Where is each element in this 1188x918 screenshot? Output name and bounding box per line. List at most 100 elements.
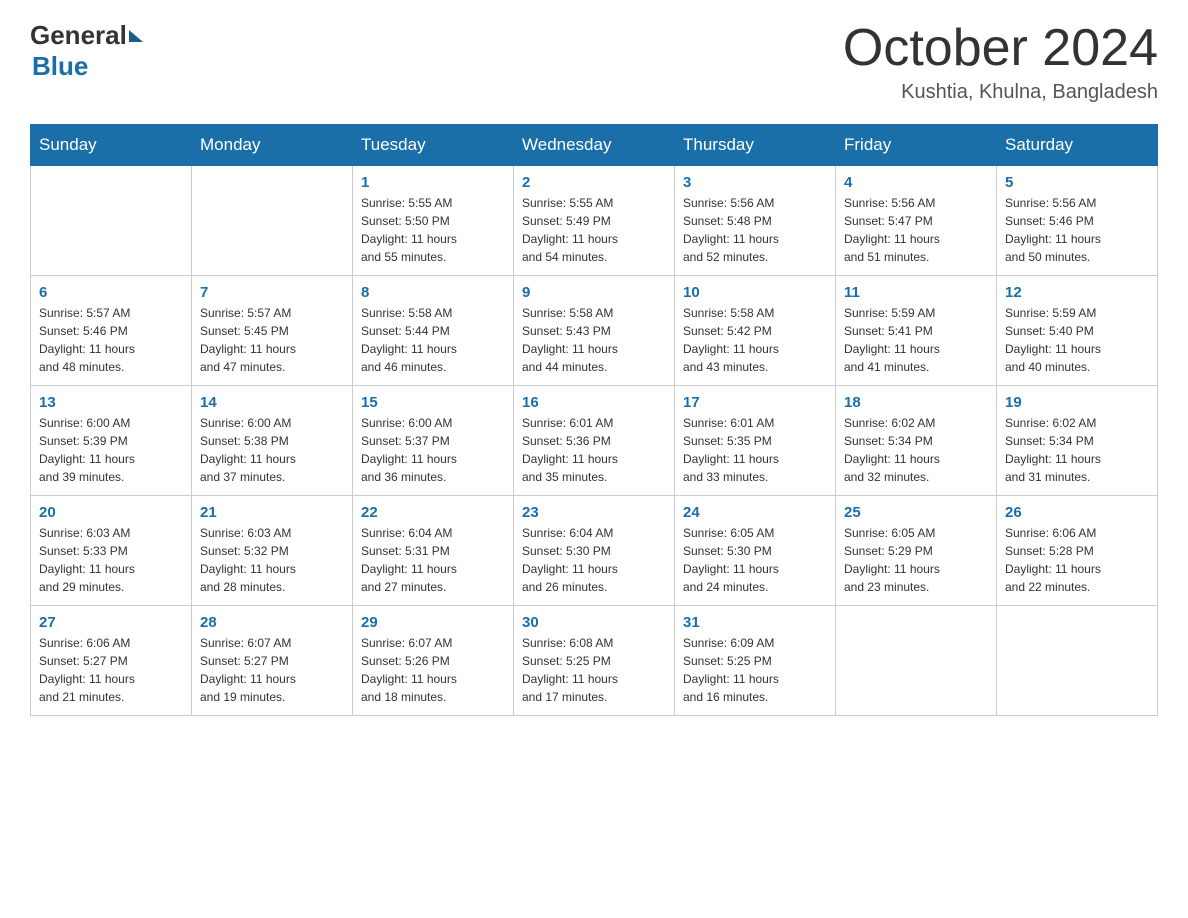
calendar-cell: 20Sunrise: 6:03 AM Sunset: 5:33 PM Dayli… [31, 496, 192, 606]
day-number: 20 [39, 504, 183, 521]
day-info: Sunrise: 5:58 AM Sunset: 5:44 PM Dayligh… [361, 304, 505, 376]
calendar-cell: 5 Sunrise: 5:56 AM Sunset: 5:46 PM Daylig… [997, 166, 1158, 276]
calendar-week-row: 27Sunrise: 6:06 AM Sunset: 5:27 PM Dayli… [31, 606, 1158, 716]
page-header: General Blue October 2024 Kushtia, Khuln… [30, 20, 1158, 104]
calendar-cell: 6 Sunrise: 5:57 AM Sunset: 5:46 PM Daylig… [31, 276, 192, 386]
weekday-header-row: SundayMondayTuesdayWednesdayThursdayFrid… [31, 125, 1158, 166]
calendar-cell: 3 Sunrise: 5:56 AM Sunset: 5:48 PM Daylig… [675, 166, 836, 276]
calendar-table: SundayMondayTuesdayWednesdayThursdayFrid… [30, 124, 1158, 716]
day-number: 14 [200, 394, 344, 411]
weekday-header-thursday: Thursday [675, 125, 836, 166]
calendar-week-row: 6 Sunrise: 5:57 AM Sunset: 5:46 PM Daylig… [31, 276, 1158, 386]
day-number: 6 [39, 284, 183, 301]
day-number: 30 [522, 614, 666, 631]
day-number: 21 [200, 504, 344, 521]
day-number: 15 [361, 394, 505, 411]
calendar-cell: 1 Sunrise: 5:55 AM Sunset: 5:50 PM Daylig… [353, 166, 514, 276]
day-number: 12 [1005, 284, 1149, 301]
weekday-header-sunday: Sunday [31, 125, 192, 166]
day-number: 26 [1005, 504, 1149, 521]
day-info: Sunrise: 6:07 AM Sunset: 5:27 PM Dayligh… [200, 634, 344, 706]
calendar-cell: 21 Sunrise: 6:03 AM Sunset: 5:32 PM Dayli… [192, 496, 353, 606]
logo-blue-text: Blue [32, 51, 143, 82]
calendar-cell: 13 Sunrise: 6:00 AM Sunset: 5:39 PM Dayli… [31, 386, 192, 496]
weekday-header-saturday: Saturday [997, 125, 1158, 166]
day-info: Sunrise: 6:05 AM Sunset: 5:29 PM Dayligh… [844, 524, 988, 596]
calendar-cell: 31Sunrise: 6:09 AM Sunset: 5:25 PM Dayli… [675, 606, 836, 716]
day-info: Sunrise: 6:09 AM Sunset: 5:25 PM Dayligh… [683, 634, 827, 706]
day-number: 29 [361, 614, 505, 631]
day-info: Sunrise: 6:00 AM Sunset: 5:37 PM Dayligh… [361, 414, 505, 486]
day-info: Sunrise: 6:01 AM Sunset: 5:36 PM Dayligh… [522, 414, 666, 486]
logo-arrow-icon [129, 30, 143, 42]
calendar-cell: 7 Sunrise: 5:57 AM Sunset: 5:45 PM Daylig… [192, 276, 353, 386]
day-number: 13 [39, 394, 183, 411]
day-info: Sunrise: 6:04 AM Sunset: 5:30 PM Dayligh… [522, 524, 666, 596]
day-info: Sunrise: 5:58 AM Sunset: 5:42 PM Dayligh… [683, 304, 827, 376]
calendar-cell: 9 Sunrise: 5:58 AM Sunset: 5:43 PM Daylig… [514, 276, 675, 386]
calendar-cell: 19Sunrise: 6:02 AM Sunset: 5:34 PM Dayli… [997, 386, 1158, 496]
calendar-cell [192, 166, 353, 276]
calendar-cell: 22 Sunrise: 6:04 AM Sunset: 5:31 PM Dayli… [353, 496, 514, 606]
logo-general-text: General [30, 20, 127, 51]
day-info: Sunrise: 5:59 AM Sunset: 5:40 PM Dayligh… [1005, 304, 1149, 376]
calendar-cell: 8 Sunrise: 5:58 AM Sunset: 5:44 PM Daylig… [353, 276, 514, 386]
weekday-header-wednesday: Wednesday [514, 125, 675, 166]
calendar-cell: 25 Sunrise: 6:05 AM Sunset: 5:29 PM Dayli… [836, 496, 997, 606]
day-info: Sunrise: 6:07 AM Sunset: 5:26 PM Dayligh… [361, 634, 505, 706]
day-number: 1 [361, 174, 505, 191]
calendar-cell [836, 606, 997, 716]
weekday-header-tuesday: Tuesday [353, 125, 514, 166]
day-info: Sunrise: 6:03 AM Sunset: 5:32 PM Dayligh… [200, 524, 344, 596]
day-info: Sunrise: 5:57 AM Sunset: 5:45 PM Dayligh… [200, 304, 344, 376]
day-number: 25 [844, 504, 988, 521]
day-info: Sunrise: 5:57 AM Sunset: 5:46 PM Dayligh… [39, 304, 183, 376]
day-info: Sunrise: 6:04 AM Sunset: 5:31 PM Dayligh… [361, 524, 505, 596]
calendar-week-row: 20Sunrise: 6:03 AM Sunset: 5:33 PM Dayli… [31, 496, 1158, 606]
day-number: 16 [522, 394, 666, 411]
calendar-cell [997, 606, 1158, 716]
calendar-cell: 18Sunrise: 6:02 AM Sunset: 5:34 PM Dayli… [836, 386, 997, 496]
logo: General Blue [30, 20, 143, 82]
day-info: Sunrise: 5:56 AM Sunset: 5:46 PM Dayligh… [1005, 194, 1149, 266]
day-number: 19 [1005, 394, 1149, 411]
day-info: Sunrise: 6:06 AM Sunset: 5:28 PM Dayligh… [1005, 524, 1149, 596]
day-info: Sunrise: 5:55 AM Sunset: 5:49 PM Dayligh… [522, 194, 666, 266]
weekday-header-monday: Monday [192, 125, 353, 166]
day-number: 5 [1005, 174, 1149, 191]
calendar-cell: 26 Sunrise: 6:06 AM Sunset: 5:28 PM Dayli… [997, 496, 1158, 606]
title-section: October 2024 Kushtia, Khulna, Bangladesh [843, 20, 1158, 104]
calendar-cell: 2Sunrise: 5:55 AM Sunset: 5:49 PM Daylig… [514, 166, 675, 276]
day-info: Sunrise: 5:56 AM Sunset: 5:48 PM Dayligh… [683, 194, 827, 266]
calendar-cell: 14Sunrise: 6:00 AM Sunset: 5:38 PM Dayli… [192, 386, 353, 496]
day-info: Sunrise: 6:00 AM Sunset: 5:39 PM Dayligh… [39, 414, 183, 486]
calendar-cell: 24Sunrise: 6:05 AM Sunset: 5:30 PM Dayli… [675, 496, 836, 606]
calendar-cell: 12 Sunrise: 5:59 AM Sunset: 5:40 PM Dayli… [997, 276, 1158, 386]
day-info: Sunrise: 5:56 AM Sunset: 5:47 PM Dayligh… [844, 194, 988, 266]
day-number: 10 [683, 284, 827, 301]
day-number: 18 [844, 394, 988, 411]
calendar-week-row: 1 Sunrise: 5:55 AM Sunset: 5:50 PM Daylig… [31, 166, 1158, 276]
day-info: Sunrise: 5:55 AM Sunset: 5:50 PM Dayligh… [361, 194, 505, 266]
month-title: October 2024 [843, 20, 1158, 77]
calendar-cell: 10 Sunrise: 5:58 AM Sunset: 5:42 PM Dayli… [675, 276, 836, 386]
day-number: 23 [522, 504, 666, 521]
day-number: 8 [361, 284, 505, 301]
day-info: Sunrise: 5:58 AM Sunset: 5:43 PM Dayligh… [522, 304, 666, 376]
calendar-cell: 11Sunrise: 5:59 AM Sunset: 5:41 PM Dayli… [836, 276, 997, 386]
location-label: Kushtia, Khulna, Bangladesh [843, 81, 1158, 104]
day-info: Sunrise: 6:05 AM Sunset: 5:30 PM Dayligh… [683, 524, 827, 596]
calendar-cell: 23 Sunrise: 6:04 AM Sunset: 5:30 PM Dayli… [514, 496, 675, 606]
day-number: 9 [522, 284, 666, 301]
calendar-cell: 27Sunrise: 6:06 AM Sunset: 5:27 PM Dayli… [31, 606, 192, 716]
day-number: 7 [200, 284, 344, 301]
calendar-cell: 16 Sunrise: 6:01 AM Sunset: 5:36 PM Dayli… [514, 386, 675, 496]
day-number: 17 [683, 394, 827, 411]
day-number: 11 [844, 284, 988, 301]
day-number: 28 [200, 614, 344, 631]
calendar-cell [31, 166, 192, 276]
day-number: 3 [683, 174, 827, 191]
calendar-cell: 30Sunrise: 6:08 AM Sunset: 5:25 PM Dayli… [514, 606, 675, 716]
calendar-cell: 28 Sunrise: 6:07 AM Sunset: 5:27 PM Dayli… [192, 606, 353, 716]
day-number: 22 [361, 504, 505, 521]
